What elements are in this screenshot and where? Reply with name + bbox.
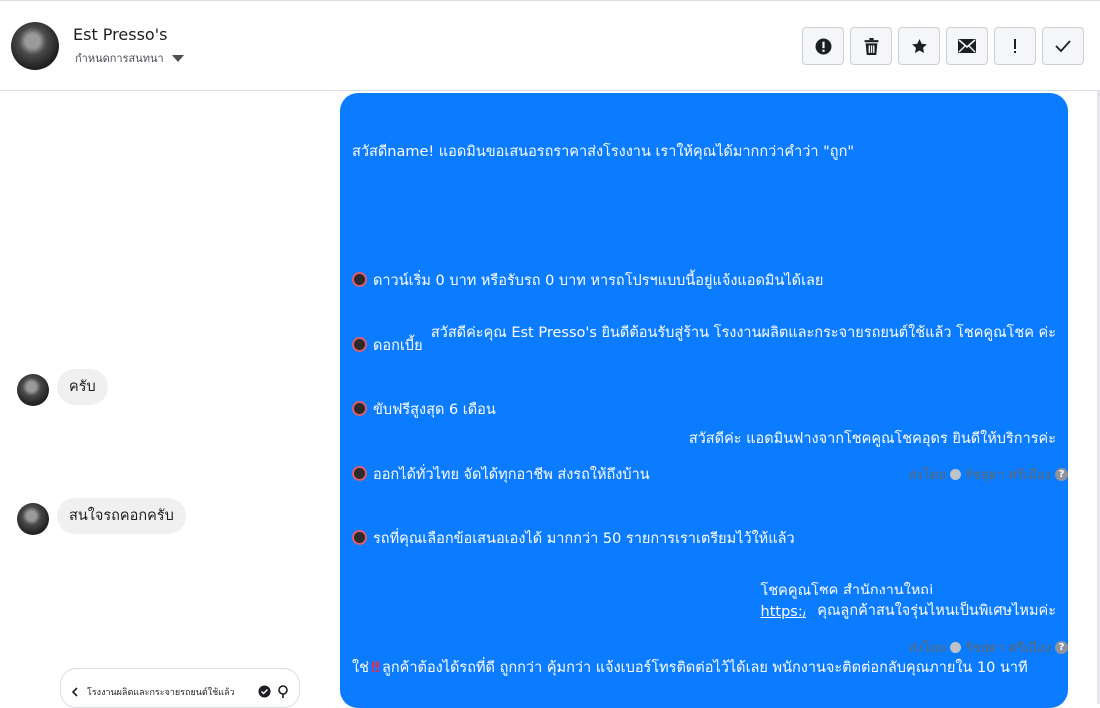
assign-label: กำหนดการสนทนา	[75, 52, 164, 65]
card-icons	[258, 685, 289, 698]
message-outgoing-question[interactable]: คุณลูกค้าสนใจรุ่นไหนเป็นพิเศษไหมค่ะ	[805, 594, 1068, 630]
help-icon[interactable]: ?	[1055, 641, 1068, 654]
car-emoji-icon	[352, 272, 367, 287]
car-emoji-icon	[352, 530, 367, 545]
sent-by-label: ส่งโดย	[908, 641, 946, 656]
report-button[interactable]	[802, 27, 844, 65]
sent-by-agent: รัชสุดา ศรีเมือง	[964, 641, 1051, 656]
double-exclamation-icon: ‼	[370, 660, 381, 676]
chevron-left-icon[interactable]	[71, 687, 79, 697]
message-outgoing-welcome[interactable]: สวัสดีค่ะคุณ Est Presso's ยินดีต้อนรับสู…	[418, 316, 1068, 352]
exclamation-icon	[1014, 39, 1016, 53]
agent-status-icon	[949, 642, 961, 653]
star-icon	[911, 38, 927, 53]
sent-by-agent: รัชสุดา ศรีเมือง	[964, 468, 1051, 483]
search-icon[interactable]	[277, 685, 289, 698]
done-button[interactable]	[1042, 27, 1084, 65]
message-line: ใช่ ‼ ลูกค้าต้องได้รถที่ดี ถูกกว่า คุ้มกว่…	[352, 660, 1028, 676]
car-emoji-icon	[352, 465, 367, 481]
message-incoming[interactable]: ครับ	[57, 369, 108, 405]
envelope-icon	[958, 39, 976, 53]
star-button[interactable]	[898, 27, 940, 65]
message-line: ขับฟรีสูงสุด 6 เดือน	[352, 400, 1056, 422]
sender-avatar[interactable]	[17, 503, 49, 535]
card-header: โรงงานผลิตและกระจายรถยนต์ใช้แล้ว	[71, 685, 235, 699]
car-emoji-icon	[352, 336, 367, 352]
trash-icon	[864, 37, 878, 55]
alert-circle-icon	[815, 38, 831, 54]
sent-by-info: ส่งโดย รัชสุดา ศรีเมือง ?	[909, 464, 1068, 485]
sent-by-info: ส่งโดย รัชสุดา ศรีเมือง ?	[909, 637, 1068, 658]
page-preview-card[interactable]: โรงงานผลิตและกระจายรถยนต์ใช้แล้ว	[60, 668, 300, 708]
card-title: โรงงานผลิตและกระจายรถยนต์ใช้แล้ว	[87, 688, 235, 698]
toolbar	[802, 27, 1084, 65]
message-line: รถที่คุณเลือกข้อเสนอเองได้ มากกว่า 50 รา…	[352, 529, 1056, 551]
agent-status-icon	[949, 469, 961, 480]
caret-down-icon	[171, 54, 184, 62]
flag-button[interactable]	[994, 27, 1036, 65]
car-emoji-icon	[352, 401, 367, 416]
conversation-assign-dropdown[interactable]: กำหนดการสนทนา	[75, 49, 184, 67]
contact-name[interactable]: Est Presso's	[73, 25, 167, 44]
message-line: ดาวน์เริ่ม 0 บาท หรือรับรถ 0 บาท หารถโปร…	[352, 271, 1056, 293]
check-icon	[1055, 40, 1071, 52]
message-line: สวัสดีname! แอดมินขอเสนอรถราคาส่งโรงงาน …	[352, 144, 855, 160]
sender-avatar[interactable]	[17, 374, 49, 406]
contact-avatar[interactable]	[11, 22, 59, 70]
conversation-header: Est Presso's กำหนดการสนทนา	[0, 3, 1100, 91]
sent-by-label: ส่งโดย	[908, 468, 946, 483]
mark-unread-button[interactable]	[946, 27, 988, 65]
help-icon[interactable]: ?	[1055, 468, 1068, 481]
check-circle-icon[interactable]	[258, 685, 271, 698]
message-outgoing-greeting[interactable]: สวัสดีค่ะ แอดมินฟางจากโชคคูณโชคอุดร ยินด…	[676, 422, 1068, 458]
message-incoming[interactable]: สนใจรถคอกครับ	[57, 498, 186, 534]
delete-button[interactable]	[850, 27, 892, 65]
